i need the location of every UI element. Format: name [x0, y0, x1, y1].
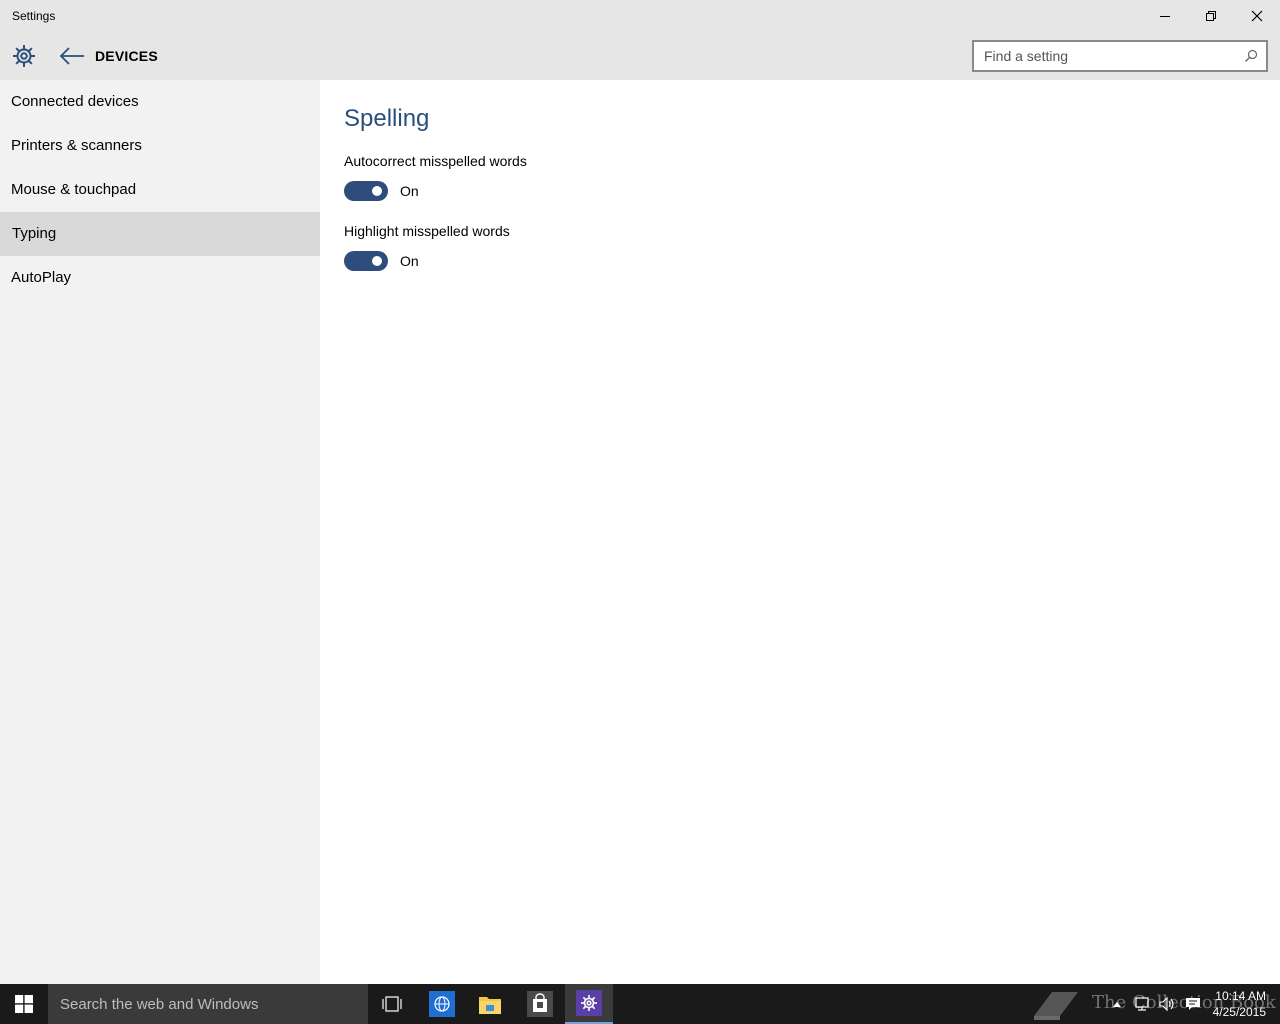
back-button[interactable]: [56, 42, 88, 70]
toggle-knob: [372, 256, 382, 266]
sidebar-item-autoplay[interactable]: AutoPlay: [0, 256, 320, 300]
header: DEVICES: [0, 32, 1280, 80]
sidebar-item-typing[interactable]: Typing: [0, 212, 320, 256]
search-input[interactable]: [984, 47, 1234, 65]
action-center-button[interactable]: [1181, 984, 1205, 1024]
taskbar-file-explorer-button[interactable]: [466, 984, 514, 1024]
taskbar-search-box[interactable]: Search the web and Windows: [48, 984, 368, 1024]
sidebar: Connected devices Printers & scanners Mo…: [0, 80, 320, 984]
clock-time: 10:14 AM: [1215, 989, 1266, 1003]
page-title: DEVICES: [95, 48, 158, 64]
search-box[interactable]: [972, 40, 1268, 72]
minimize-icon: [1160, 16, 1170, 17]
start-button[interactable]: [0, 984, 48, 1024]
settings-gear-icon: [576, 990, 602, 1016]
search-icon: [1245, 49, 1258, 62]
window-title: Settings: [12, 9, 56, 23]
task-view-button[interactable]: [368, 984, 416, 1024]
volume-button[interactable]: [1155, 984, 1179, 1024]
autocorrect-toggle[interactable]: [344, 181, 388, 201]
sidebar-item-label: Mouse & touchpad: [11, 181, 137, 198]
network-button[interactable]: [1130, 984, 1154, 1024]
toggle-knob: [372, 186, 382, 196]
title-bar: Settings: [0, 0, 1280, 32]
sidebar-item-label: Typing: [12, 225, 57, 242]
chevron-up-icon: [1113, 1002, 1121, 1007]
close-button[interactable]: [1234, 0, 1280, 32]
taskbar-browser-button[interactable]: [418, 984, 466, 1024]
section-heading: Spelling: [344, 105, 430, 132]
clock[interactable]: 10:14 AM 4/25/2015: [1213, 988, 1266, 1020]
message-icon: [1186, 998, 1200, 1010]
task-view-icon: [382, 996, 402, 1012]
clock-date: 4/25/2015: [1212, 1005, 1266, 1019]
store-bag-icon: [527, 991, 553, 1017]
sidebar-item-connected-devices[interactable]: Connected devices: [0, 80, 320, 124]
sidebar-item-mouse-touchpad[interactable]: Mouse & touchpad: [0, 168, 320, 212]
main-content: Spelling Autocorrect misspelled words On…: [320, 80, 1280, 984]
taskbar-settings-button[interactable]: [565, 984, 613, 1024]
taskbar-search-text: Search the web and Windows: [60, 996, 259, 1013]
close-icon: [1251, 10, 1263, 22]
restore-button[interactable]: [1188, 0, 1234, 32]
network-icon: [1135, 997, 1149, 1011]
book-logo-icon: [1034, 992, 1078, 1020]
sidebar-item-label: Connected devices: [11, 93, 139, 110]
sidebar-item-label: AutoPlay: [11, 269, 72, 286]
highlight-toggle[interactable]: [344, 251, 388, 271]
taskbar-store-button[interactable]: [516, 984, 564, 1024]
minimize-button[interactable]: [1142, 0, 1188, 32]
speaker-icon: [1159, 996, 1174, 1012]
highlight-state: On: [400, 253, 419, 269]
show-hidden-icons-button[interactable]: [1108, 984, 1126, 1024]
highlight-label: Highlight misspelled words: [344, 223, 510, 239]
browser-globe-icon: [429, 991, 455, 1017]
autocorrect-state: On: [400, 183, 419, 199]
sidebar-item-label: Printers & scanners: [11, 137, 142, 154]
sidebar-item-printers-scanners[interactable]: Printers & scanners: [0, 124, 320, 168]
back-arrow-icon: [59, 47, 84, 65]
restore-icon: [1206, 11, 1216, 21]
windows-logo-icon: [15, 995, 33, 1013]
autocorrect-label: Autocorrect misspelled words: [344, 153, 527, 169]
folder-icon: [479, 997, 501, 1014]
settings-gear-icon: [10, 42, 38, 70]
taskbar: Search the web and Windows The Collectio…: [0, 984, 1280, 1024]
